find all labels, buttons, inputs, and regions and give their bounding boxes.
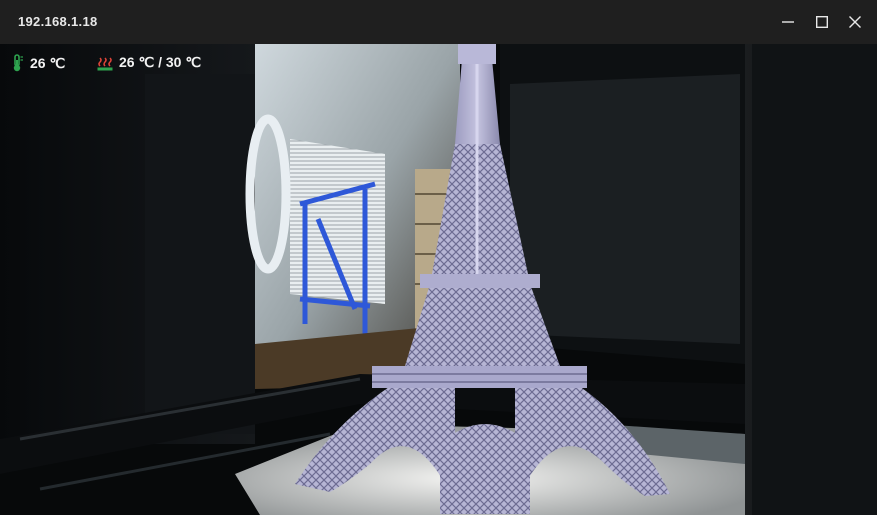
maximize-icon xyxy=(816,16,828,28)
close-button[interactable] xyxy=(838,0,872,44)
bed-temp-value: 26 ℃ / 30 ℃ xyxy=(119,54,202,70)
minimize-icon xyxy=(782,21,794,23)
status-overlay: 26 ℃ 26 ℃ / 30 ℃ xyxy=(0,44,877,78)
camera-feed xyxy=(0,44,877,515)
heated-bed-icon xyxy=(97,56,113,70)
nozzle-temp-value: 26 ℃ xyxy=(30,54,66,71)
close-icon xyxy=(849,16,861,28)
minimize-button[interactable] xyxy=(771,0,805,44)
app-window: 192.168.1.18 26 ℃ 26 ℃ / 30 ℃ xyxy=(0,0,877,515)
title-bar[interactable]: 192.168.1.18 xyxy=(0,0,877,44)
window-title: 192.168.1.18 xyxy=(18,14,98,29)
bed-temperature: 26 ℃ / 30 ℃ xyxy=(97,54,201,71)
camera-feed-image xyxy=(0,44,877,515)
nozzle-temperature: 26 ℃ xyxy=(10,54,65,72)
thermometer-icon xyxy=(13,54,23,72)
maximize-button[interactable] xyxy=(805,0,839,44)
